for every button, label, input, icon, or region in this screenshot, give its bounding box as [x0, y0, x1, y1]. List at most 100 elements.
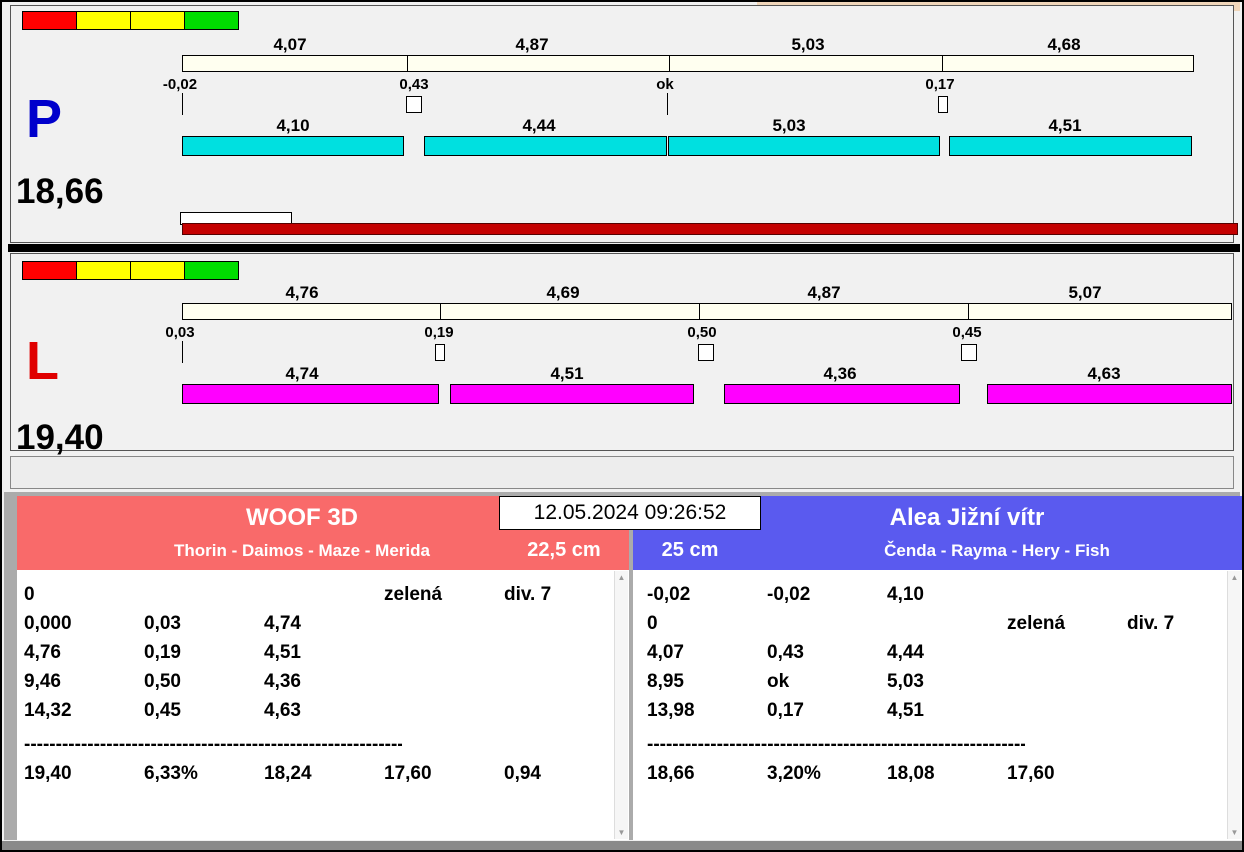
- l-front-split-3: 4,87: [807, 283, 841, 302]
- traffic-yellow-light-2: [131, 12, 184, 29]
- result-cell: 4,63: [264, 700, 301, 721]
- result-cell: [1127, 696, 1242, 725]
- table-row: -0,02 -0,02 4,10: [647, 580, 1242, 609]
- table-row: 4,07 0,43 4,44: [647, 638, 1242, 667]
- result-cell: zelená: [1007, 613, 1066, 634]
- traffic-red-light: [23, 12, 76, 29]
- result-cell: [1007, 638, 1127, 667]
- l-front-bar-seg3: [700, 304, 969, 319]
- l-front-bar: [182, 303, 1232, 320]
- table-row: 13,98 0,17 4,51: [647, 696, 1242, 725]
- p-back-split-3: 5,03: [772, 116, 806, 135]
- result-cell: 0,000: [24, 613, 72, 634]
- result-cell: [384, 638, 504, 667]
- result-cell: 4,51: [887, 700, 924, 721]
- result-cell: [264, 580, 384, 609]
- l-front-bar-seg1: [183, 304, 441, 319]
- separator-line: ----------------------------------------…: [24, 734, 402, 755]
- table-row: 14,32 0,45 4,63: [24, 696, 629, 725]
- l-back-split-3: 4,36: [823, 364, 857, 383]
- l-back-split-2: 4,51: [550, 364, 584, 383]
- result-cell: zelená: [384, 584, 443, 605]
- result-cell: -0,02: [647, 584, 691, 605]
- l-front-split-4: 5,07: [1068, 283, 1102, 302]
- left-jump-height: 22,5 cm: [527, 539, 601, 561]
- result-cell: [384, 696, 504, 725]
- l-marker-tick-1: [182, 341, 183, 363]
- p-front-bar-seg3: [670, 56, 943, 71]
- result-cell: 8,95: [647, 671, 684, 692]
- right-team-dogs: Čenda - Rayma - Hery - Fish: [884, 541, 1110, 560]
- l-progress-strip: [10, 456, 1234, 489]
- p-change-2: 0,43: [399, 76, 429, 93]
- l-run-bar-3: [724, 384, 960, 404]
- right-jump-height: 25 cm: [661, 539, 719, 561]
- l-front-split-2: 4,69: [546, 283, 580, 302]
- scroll-down-icon[interactable]: ▼: [1228, 828, 1241, 837]
- p-change-1: -0,02: [162, 76, 198, 93]
- p-front-bar: [182, 55, 1194, 72]
- lane-l-total: 19,40: [16, 418, 104, 457]
- result-cell: [144, 580, 264, 609]
- traffic-yellow-light-2: [131, 262, 184, 279]
- result-cell: 4,07: [647, 642, 684, 663]
- l-back-split-4: 4,63: [1087, 364, 1121, 383]
- result-cell: 4,51: [264, 642, 301, 663]
- result-cell: -0,02: [767, 584, 811, 605]
- result-cell: 0: [24, 584, 35, 605]
- result-cell: 0,50: [144, 671, 181, 692]
- right-table-scrollbar[interactable]: ▲ ▼: [1227, 571, 1241, 839]
- scroll-down-icon[interactable]: ▼: [615, 828, 628, 837]
- l-run-bar-4: [987, 384, 1232, 404]
- l-change-4: 0,45: [952, 324, 982, 341]
- scroll-up-icon[interactable]: ▲: [615, 573, 628, 582]
- l-back-split-1: 4,74: [285, 364, 319, 383]
- result-cell: 0,45: [144, 700, 181, 721]
- result-cell: 0,19: [144, 642, 181, 663]
- scroll-up-icon[interactable]: ▲: [1228, 573, 1241, 582]
- left-table-scrollbar[interactable]: ▲ ▼: [614, 571, 628, 839]
- result-cell: [887, 609, 1007, 638]
- result-cell: [504, 696, 629, 725]
- table-row: 4,76 0,19 4,51: [24, 638, 629, 667]
- result-cell: 4,44: [887, 642, 924, 663]
- l-change-1: 0,03: [165, 324, 195, 341]
- left-team-dogs: Thorin - Daimos - Maze - Merida: [174, 541, 430, 560]
- p-run-bar-4: [949, 136, 1192, 156]
- result-cell: [1127, 638, 1242, 667]
- traffic-yellow-light-1: [77, 12, 130, 29]
- traffic-green-light: [185, 262, 238, 279]
- result-cell: [1127, 759, 1242, 788]
- l-change-2: 0,19: [424, 324, 454, 341]
- result-cell: [384, 609, 504, 638]
- lane-p-letter: P: [26, 89, 63, 149]
- result-cell: [767, 609, 887, 638]
- traffic-yellow-light-1: [77, 262, 130, 279]
- result-cell: 13,98: [647, 700, 695, 721]
- result-cell: 17,60: [384, 763, 432, 784]
- left-results-table: 0 zelená div. 7 0,000 0,03 4,74 4,76 0,1…: [17, 570, 629, 840]
- result-cell: [504, 638, 629, 667]
- p-front-split-1: 4,07: [273, 35, 307, 54]
- p-marker-tick-1: [182, 93, 183, 115]
- result-cell: 3,20%: [767, 763, 821, 784]
- result-cell: [384, 667, 504, 696]
- p-front-split-2: 4,87: [515, 35, 549, 54]
- result-cell: 4,74: [264, 613, 301, 634]
- result-cell: [1127, 667, 1242, 696]
- l-marker-box-3: [698, 344, 714, 361]
- result-cell: [504, 609, 629, 638]
- traffic-red-light: [23, 262, 76, 279]
- p-run-bar-1: [182, 136, 404, 156]
- p-run-bar-2: [424, 136, 667, 156]
- separator-line: ----------------------------------------…: [647, 734, 1025, 755]
- result-cell: [1007, 667, 1127, 696]
- table-row: 0 zelená div. 7: [647, 609, 1242, 638]
- l-marker-box-2: [435, 344, 445, 361]
- lane-l-frame: [10, 253, 1234, 451]
- l-front-split-1: 4,76: [285, 283, 319, 302]
- l-change-3: 0,50: [687, 324, 717, 341]
- flyball-timing-window: 4,07 4,87 5,03 4,68 -0,02 0,43 ok 0,17 P…: [0, 0, 1244, 852]
- result-cell: 0,17: [767, 700, 804, 721]
- table-row: 0 zelená div. 7: [24, 580, 629, 609]
